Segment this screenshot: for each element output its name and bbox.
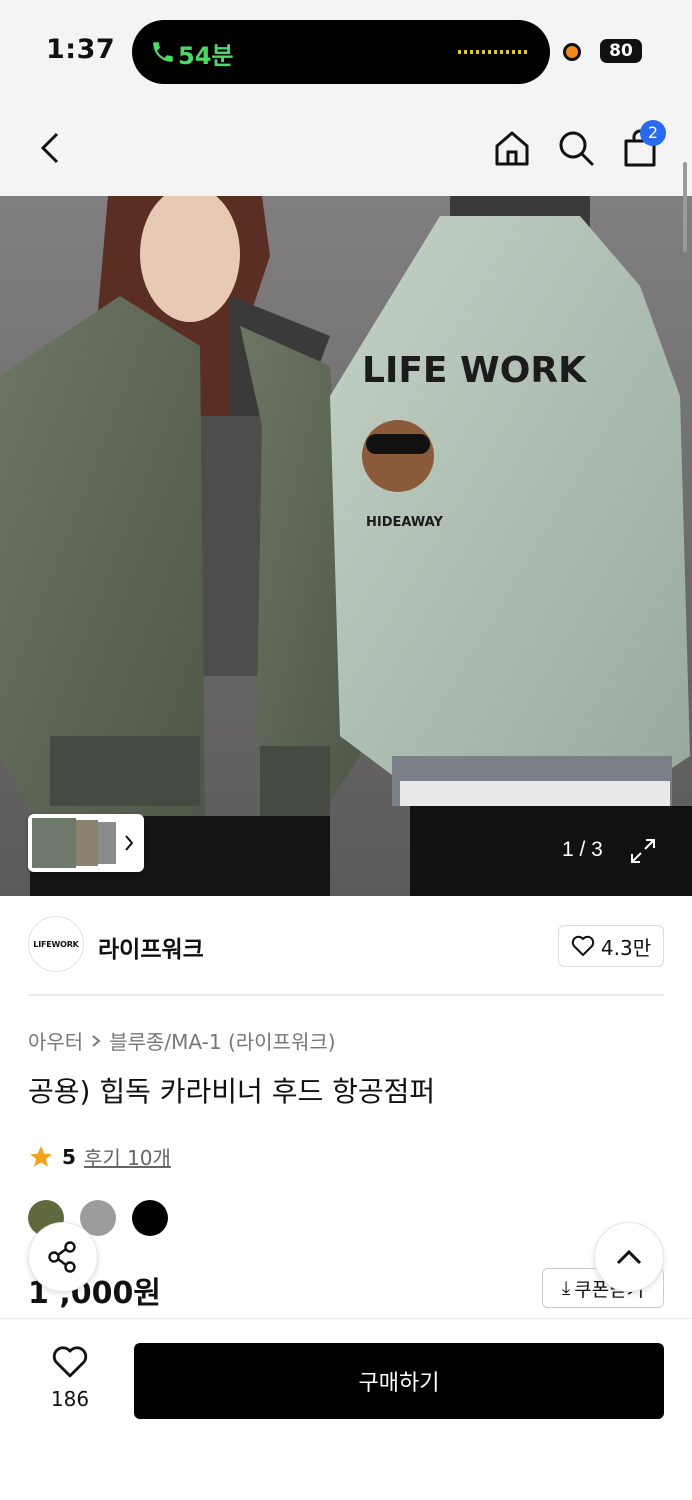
breadcrumb-category[interactable]: 아우터 [28, 1026, 83, 1055]
wishlist-count: 186 [50, 1387, 90, 1411]
product-title: 공용) 힙독 카라비너 후드 항공점퍼 [28, 1075, 436, 1108]
product-image-gallery[interactable]: LIFE WORK HIDEAWAY 1 / 3 [0, 196, 692, 896]
search-button[interactable] [554, 126, 598, 170]
brand-row[interactable]: LIFEWORK 라이프워크 4.3만 [28, 916, 664, 974]
wishlist-button[interactable]: 186 [38, 1345, 102, 1415]
recording-indicator [563, 43, 581, 61]
back-print-bottom: HIDEAWAY [366, 515, 443, 530]
brand-name[interactable]: 라이프워크 [98, 930, 204, 964]
back-button[interactable] [28, 126, 72, 170]
audio-wave [458, 50, 528, 54]
back-print-top: LIFE WORK [362, 350, 587, 391]
scrollbar[interactable] [683, 162, 687, 252]
search-icon [559, 131, 594, 166]
download-icon: ⤓ [561, 1277, 571, 1299]
call-duration: 54분 [178, 42, 234, 70]
brand-like-count: 4.3만 [600, 935, 652, 960]
rating-score: 5 [62, 1144, 76, 1169]
product-header: 2 [0, 100, 692, 196]
chevron-right-icon [92, 1034, 101, 1047]
clock: 1:37 [46, 34, 116, 65]
battery-indicator: 80 [600, 39, 642, 63]
home-icon [495, 131, 529, 166]
image-thumbnail-strip[interactable] [28, 814, 144, 872]
phone-icon [153, 42, 173, 62]
product-photo: LIFE WORK HIDEAWAY [0, 196, 692, 896]
share-icon [48, 1241, 76, 1273]
cart-button[interactable]: 2 [618, 120, 666, 170]
brand-logo[interactable]: LIFEWORK [28, 916, 84, 972]
image-counter: 1 / 3 [562, 838, 603, 861]
purchase-bar: 186 구매하기 [0, 1318, 692, 1500]
chevron-up-icon [616, 1249, 642, 1265]
home-button[interactable] [490, 126, 534, 170]
star-icon [30, 1145, 52, 1167]
cart-count-badge: 2 [640, 120, 666, 146]
chevron-left-icon [40, 132, 59, 164]
share-button[interactable] [28, 1222, 98, 1292]
heart-icon [52, 1346, 88, 1378]
expand-icon[interactable] [628, 836, 658, 866]
breadcrumb: 아우터 블루종/MA-1 (라이프워크) [28, 1026, 336, 1055]
heart-icon [571, 935, 595, 956]
buy-button[interactable]: 구매하기 [134, 1343, 664, 1419]
review-link[interactable]: 후기 10개 [84, 1142, 171, 1171]
brand-like-button[interactable]: 4.3만 [558, 925, 664, 967]
divider [28, 994, 664, 996]
color-swatch-black[interactable] [132, 1200, 168, 1236]
breadcrumb-subcategory[interactable]: 블루종/MA-1 (라이프워크) [109, 1026, 335, 1055]
status-bar: 1:37 54분 80 [0, 0, 692, 100]
rating-row: 5 후기 10개 [28, 1142, 171, 1171]
scroll-to-top-button[interactable] [594, 1222, 664, 1292]
dynamic-island[interactable]: 54분 [132, 20, 550, 84]
thumbnail-preview [32, 818, 134, 868]
